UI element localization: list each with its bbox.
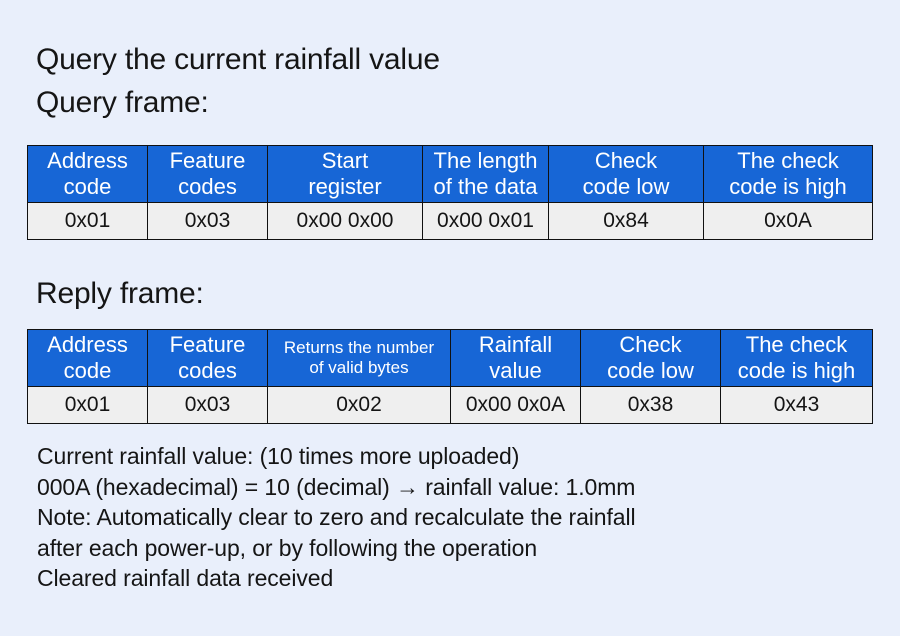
query-value-check-code-high: 0x0A	[703, 202, 873, 240]
note-line-3: Note: Automatically clear to zero and re…	[37, 504, 636, 530]
header-line-1: Address	[47, 148, 128, 174]
query-header-address-code: Address code	[27, 145, 148, 203]
reply-value-rainfall-value: 0x00 0x0A	[450, 386, 581, 424]
query-value-check-code-low: 0x84	[548, 202, 704, 240]
page-title: Query the current rainfall value	[36, 43, 440, 76]
note-line-5: Cleared rainfall data received	[37, 565, 334, 591]
note-line-2: 000A (hexadecimal) = 10 (decimal) → rain…	[37, 473, 636, 500]
header-line-2: codes	[178, 358, 237, 383]
header-line-2: code low	[607, 358, 694, 383]
reply-value-feature-codes: 0x03	[147, 386, 268, 424]
header-line-2: of the data	[433, 174, 538, 199]
table-row: 0x01 0x03 0x00 0x00 0x00 0x01 0x84 0x0A	[27, 202, 873, 240]
header-line-2: value	[489, 358, 542, 383]
header-line-2: code	[63, 174, 112, 199]
header-line-1: Check	[594, 148, 658, 174]
query-value-feature-codes: 0x03	[147, 202, 268, 240]
query-value-data-length: 0x00 0x01	[422, 202, 549, 240]
header-line-2: code is high	[737, 358, 856, 383]
reply-value-address-code: 0x01	[27, 386, 148, 424]
note-line-1: Current rainfall value: (10 times more u…	[37, 443, 520, 469]
header-line-1: The length	[433, 148, 538, 174]
header-line-2: code low	[582, 174, 670, 199]
header-line-1: Address	[47, 332, 128, 358]
header-line-1: Feature	[169, 332, 246, 358]
reply-header-rainfall-value: Rainfall value	[450, 329, 581, 387]
reply-value-check-code-high: 0x43	[720, 386, 873, 424]
header-line-1: Check	[619, 332, 682, 358]
query-header-feature-codes: Feature codes	[147, 145, 268, 203]
reply-frame-label: Reply frame:	[36, 277, 204, 310]
header-line-2: code is high	[729, 174, 847, 199]
reply-header-address-code: Address code	[27, 329, 148, 387]
reply-header-check-code-high: The check code is high	[720, 329, 873, 387]
table-header-row: Address code Feature codes Start registe…	[27, 145, 873, 203]
table-header-row: Address code Feature codes Returns the n…	[27, 329, 873, 387]
reply-header-check-code-low: Check code low	[580, 329, 721, 387]
query-header-check-code-low: Check code low	[548, 145, 704, 203]
header-line-1: The check	[737, 148, 839, 174]
table-row: 0x01 0x03 0x02 0x00 0x0A 0x38 0x43	[27, 386, 873, 424]
query-header-start-register: Start register	[267, 145, 423, 203]
header-line-2: code	[63, 358, 112, 383]
note-line-4: after each power-up, or by following the…	[37, 534, 538, 561]
reply-value-valid-bytes: 0x02	[267, 386, 451, 424]
reply-value-check-code-low: 0x38	[580, 386, 721, 424]
notes-block: Current rainfall value: (10 times more u…	[37, 441, 636, 594]
reply-header-feature-codes: Feature codes	[147, 329, 268, 387]
reply-header-valid-bytes: Returns the number of valid bytes	[267, 329, 451, 387]
query-header-data-length: The length of the data	[422, 145, 549, 203]
query-frame-label: Query frame:	[36, 86, 209, 119]
document-page: Query the current rainfall value Query f…	[0, 0, 900, 636]
header-line-2: register	[308, 174, 382, 199]
query-header-check-code-high: The check code is high	[703, 145, 873, 203]
query-value-start-register: 0x00 0x00	[267, 202, 423, 240]
header-line-1: Rainfall	[478, 332, 553, 358]
header-line-1: Start	[321, 148, 369, 174]
query-frame-table: Address code Feature codes Start registe…	[27, 145, 873, 240]
header-line-2: codes	[178, 174, 237, 199]
header-line-1: Feature	[169, 148, 246, 174]
header-line-1: Returns the number	[283, 337, 435, 357]
header-line-2: of valid bytes	[309, 358, 409, 377]
header-line-1: The check	[745, 332, 848, 358]
query-value-address-code: 0x01	[27, 202, 148, 240]
reply-frame-table: Address code Feature codes Returns the n…	[27, 329, 873, 424]
